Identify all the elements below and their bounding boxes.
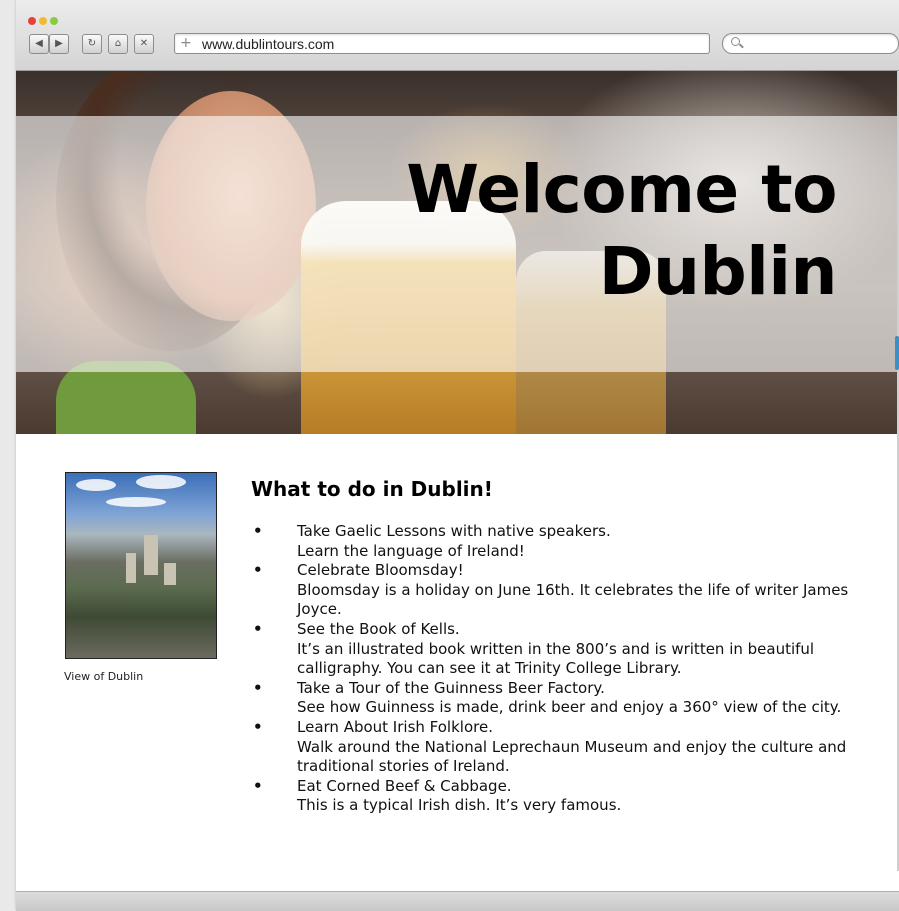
bullet-icon: • <box>253 561 263 580</box>
photo-tower <box>164 563 176 585</box>
item-description: Walk around the National Leprechaun Muse… <box>297 737 847 776</box>
bullet-icon: • <box>253 717 263 736</box>
list-item: • Take Gaelic Lessons with native speaker… <box>250 522 870 561</box>
scroll-thumb[interactable] <box>895 336 899 370</box>
list-item: • Take a Tour of the Guinness Beer Factor… <box>250 679 870 718</box>
list-item: • See the Book of Kells. It’s an illustrat… <box>250 620 870 679</box>
bullet-icon: • <box>253 522 263 540</box>
dublin-city-photo <box>65 472 217 659</box>
zoom-window-button[interactable] <box>50 17 58 25</box>
item-description: See how Guinness is made, drink beer and… <box>297 698 842 717</box>
bullet-icon: • <box>253 619 263 638</box>
forward-icon: ▶ <box>55 38 63 49</box>
item-description: It’s an illustrated book written in the … <box>297 639 815 678</box>
minimize-window-button[interactable] <box>39 17 47 25</box>
item-description: Bloomsday is a holiday on June 16th. It … <box>297 580 849 619</box>
photo-cloud <box>76 479 116 491</box>
item-title: Eat Corned Beef & Cabbage. <box>297 776 512 795</box>
stop-icon: ✕ <box>139 38 149 49</box>
photo-cloud <box>106 497 166 507</box>
item-description: Learn the language of Ireland! <box>297 541 525 560</box>
page-title: Welcome to Dublin <box>406 149 837 313</box>
item-title: Celebrate Bloomsday! <box>297 561 464 580</box>
item-title: Take Gaelic Lessons with native speakers… <box>297 522 611 540</box>
home-icon: ⌂ <box>114 38 122 49</box>
back-icon: ◀ <box>35 38 43 49</box>
reload-icon: ↻ <box>87 38 97 49</box>
plus-icon[interactable]: + <box>180 35 192 51</box>
photo-caption: View of Dublin <box>64 670 144 683</box>
activities-list: • Take Gaelic Lessons with native speaker… <box>250 522 870 816</box>
title-line-1: Welcome to <box>406 151 837 228</box>
item-description: This is a typical Irish dish. It’s very … <box>297 796 622 815</box>
list-item: • Celebrate Bloomsday! Bloomsday is a holi… <box>250 561 870 620</box>
forward-button[interactable]: ▶ <box>49 34 69 54</box>
bullet-icon: • <box>253 678 263 697</box>
item-title: Take a Tour of the Guinness Beer Factory… <box>297 678 605 697</box>
photo-tower <box>126 553 136 583</box>
photo-cloud <box>136 475 186 489</box>
section-heading: What to do in Dublin! <box>251 477 493 501</box>
browser-window: ◀ ▶ ↻ ⌂ ✕ + www.dublintours.com Welcome … <box>16 0 899 911</box>
status-bar <box>16 891 899 911</box>
stop-button[interactable]: ✕ <box>134 34 154 54</box>
address-bar[interactable]: + www.dublintours.com <box>174 33 710 54</box>
photo-tower <box>144 535 158 575</box>
home-button[interactable]: ⌂ <box>108 34 128 54</box>
hero-banner: Welcome to Dublin <box>16 71 899 434</box>
list-item: • Eat Corned Beef & Cabbage. This is a typ… <box>250 777 870 816</box>
url-text[interactable]: www.dublintours.com <box>202 36 334 52</box>
search-field[interactable] <box>722 33 899 54</box>
bullet-icon: • <box>253 776 263 795</box>
item-title: Learn About Irish Folklore. <box>297 717 493 736</box>
list-item: • Learn About Irish Folklore. Walk around … <box>250 718 870 777</box>
title-line-2: Dublin <box>598 233 838 310</box>
window-controls <box>28 10 61 29</box>
magnifier-icon <box>731 37 740 46</box>
reload-button[interactable]: ↻ <box>82 34 102 54</box>
close-window-button[interactable] <box>28 17 36 25</box>
browser-toolbar: ◀ ▶ ↻ ⌂ ✕ + www.dublintours.com <box>16 0 899 71</box>
item-title: See the Book of Kells. <box>297 619 460 638</box>
back-button[interactable]: ◀ <box>29 34 49 54</box>
